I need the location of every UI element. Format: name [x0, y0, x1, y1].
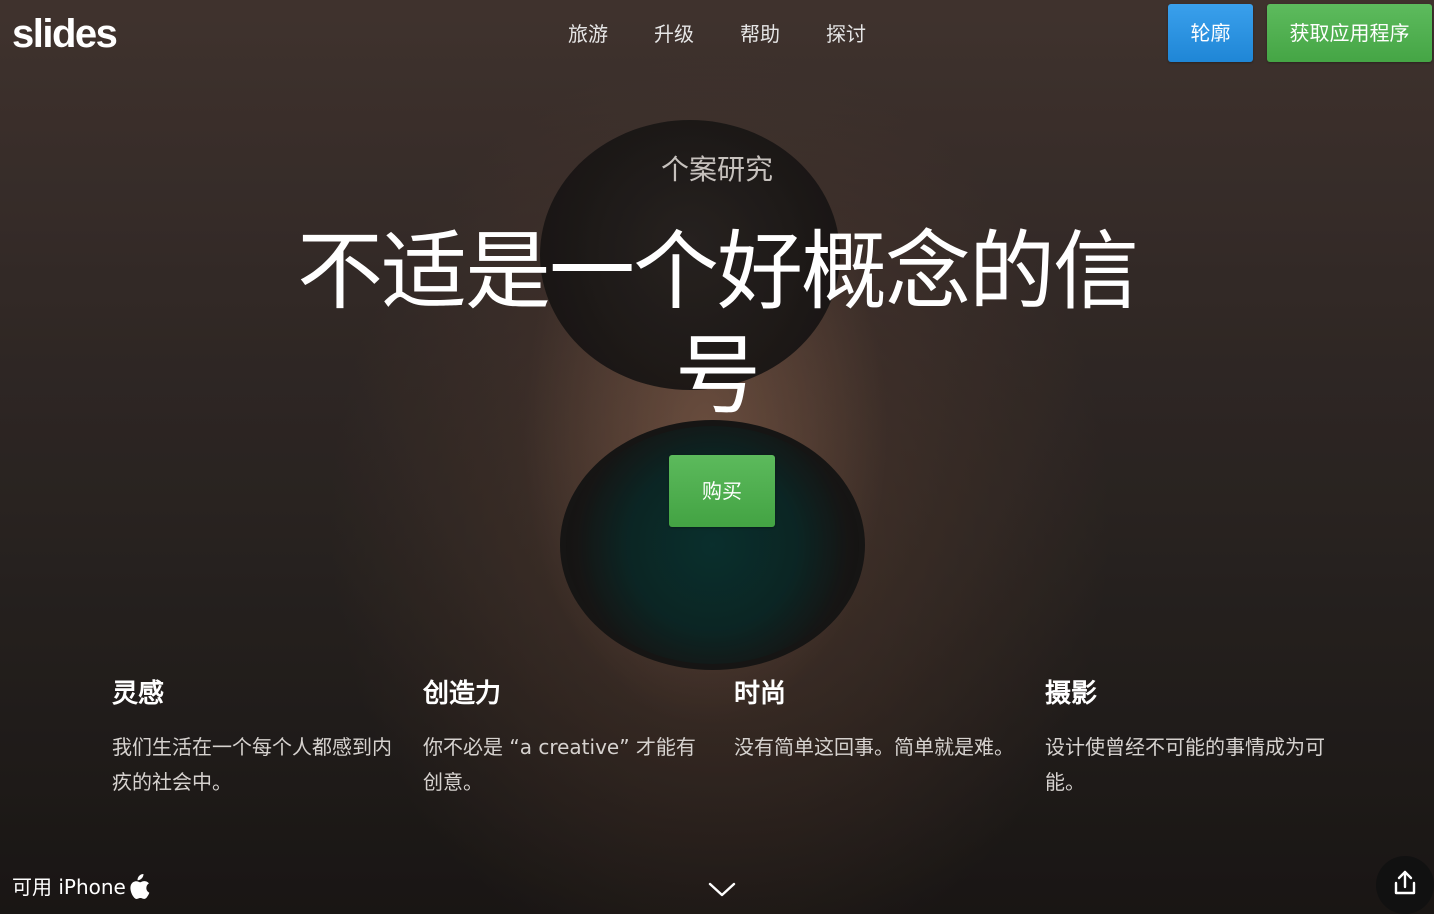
- chevron-down-icon[interactable]: [706, 878, 738, 900]
- feature-text: 我们生活在一个每个人都感到内疚的社会中。: [112, 735, 392, 794]
- feature-title: 摄影: [1045, 679, 1098, 709]
- feature-title: 时尚: [734, 679, 787, 709]
- main-nav: 旅游 升级 帮助 探讨: [568, 18, 912, 50]
- nav-item-discuss[interactable]: 探讨: [826, 18, 866, 50]
- share-button[interactable]: [1376, 856, 1434, 914]
- feature-text: 没有简单这回事。简单就是难。: [734, 735, 1014, 759]
- feature-text: 设计使曾经不可能的事情成为可能。: [1045, 735, 1325, 794]
- hero-eyebrow: 个案研究: [660, 153, 773, 186]
- features-section: 灵感 我们生活在一个每个人都感到内疚的社会中。 创造力 你不必是 “a crea…: [112, 674, 1362, 800]
- feature-title: 创造力: [423, 679, 502, 709]
- outline-button[interactable]: 轮廓: [1168, 4, 1253, 62]
- feature-fashion: 时尚 没有简单这回事。简单就是难。: [734, 674, 1045, 800]
- get-app-button[interactable]: 获取应用程序: [1267, 4, 1432, 62]
- available-on-iphone[interactable]: 可用 iPhone: [12, 872, 150, 902]
- hero-headline: 不适是一个好概念的信号: [297, 222, 1139, 426]
- logo[interactable]: slides: [12, 12, 118, 56]
- feature-text: 你不必是 “a creative” 才能有创意。: [423, 735, 696, 794]
- feature-creativity: 创造力 你不必是 “a creative” 才能有创意。: [423, 674, 734, 800]
- nav-item-upgrade[interactable]: 升级: [654, 18, 694, 50]
- buy-button[interactable]: 购买: [669, 455, 775, 527]
- nav-item-travel[interactable]: 旅游: [568, 18, 608, 50]
- share-icon: [1392, 869, 1418, 901]
- feature-title: 灵感: [112, 679, 165, 709]
- nav-item-help[interactable]: 帮助: [740, 18, 780, 50]
- feature-photography: 摄影 设计使曾经不可能的事情成为可能。: [1045, 674, 1356, 800]
- apple-icon: [128, 874, 150, 900]
- available-text: 可用 iPhone: [12, 875, 126, 899]
- feature-inspiration: 灵感 我们生活在一个每个人都感到内疚的社会中。: [112, 674, 423, 800]
